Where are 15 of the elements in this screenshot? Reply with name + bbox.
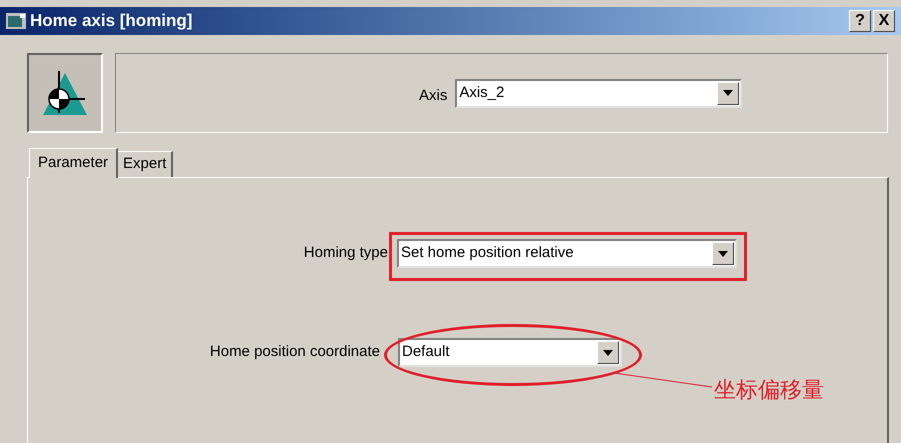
tab[interactable]: Expert: [118, 151, 174, 177]
axis-dropdown[interactable]: Axis_2: [455, 78, 742, 108]
field-label: Homing type: [302, 243, 388, 264]
coordinate-dropdown[interactable]: Default: [398, 338, 622, 367]
close-button[interactable]: X: [873, 10, 895, 32]
field-label: Home position coordinate: [208, 342, 380, 362]
window-title: Home axis [homing]: [30, 10, 192, 32]
tab[interactable]: Parameter: [29, 148, 118, 178]
help-button[interactable]: ?: [849, 10, 871, 32]
homing-type-dropdown[interactable]: Set home position relative: [397, 239, 737, 268]
window-icon: [6, 13, 26, 29]
axis-label: Axis: [419, 86, 448, 106]
annotation-label: 坐标偏移量: [714, 376, 824, 404]
homing-icon: [41, 69, 89, 117]
homing-icon-button[interactable]: [27, 53, 103, 133]
